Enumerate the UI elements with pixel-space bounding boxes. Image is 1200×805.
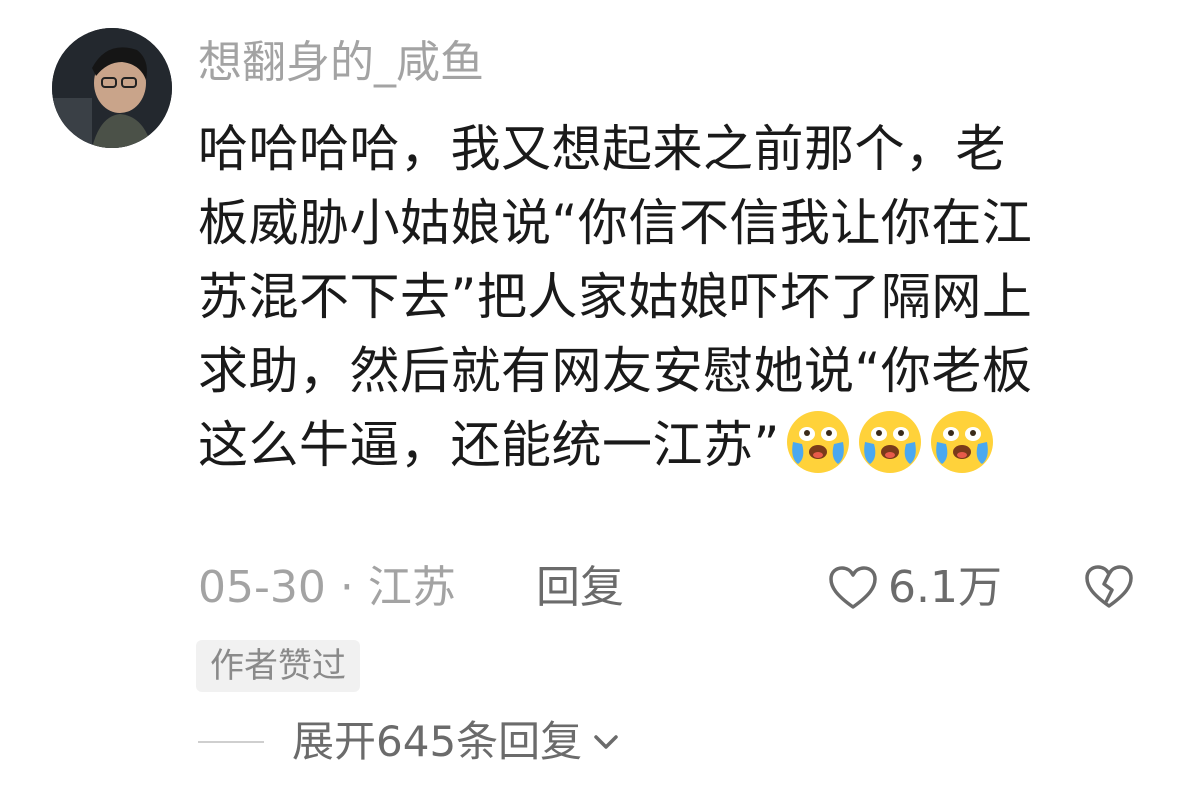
dislike-button[interactable] bbox=[1084, 564, 1134, 626]
comment-card: 想翻身的_咸鱼 哈哈哈哈，我又想起来之前那个，老 板威胁小姑娘说“你信不信我让你… bbox=[0, 0, 1200, 805]
author-liked-badge: 作者赞过 bbox=[196, 640, 360, 692]
username[interactable]: 想翻身的_咸鱼 bbox=[198, 34, 484, 92]
comment-text-line: 苏混不下去”把人家姑娘吓坏了隔网上 bbox=[198, 268, 1033, 326]
heart-icon bbox=[829, 566, 877, 609]
comment-text: 哈哈哈哈，我又想起来之前那个，老 板威胁小姑娘说“你信不信我让你在江 苏混不下去… bbox=[198, 112, 1148, 482]
comment-text-line: 这么牛逼，还能统一江苏” bbox=[198, 408, 1148, 482]
crying-laugh-emoji bbox=[786, 411, 849, 473]
crying-laugh-emoji bbox=[930, 411, 993, 473]
expand-replies-label: 展开645条回复 bbox=[292, 717, 583, 766]
like-count: 6.1万 bbox=[888, 562, 1002, 613]
avatar[interactable] bbox=[52, 28, 172, 148]
divider-line bbox=[198, 741, 264, 743]
comment-text-line: 板威胁小姑娘说“你信不信我让你在江 bbox=[198, 194, 1033, 252]
comment-text-line: 哈哈哈哈，我又想起来之前那个，老 bbox=[198, 120, 1006, 178]
chevron-down-icon bbox=[594, 735, 618, 749]
comment-text-segment: 求助，然后就有网友安慰她说“你老板 bbox=[198, 342, 1033, 400]
comment-date-location: 05-30 · 江苏 bbox=[198, 558, 456, 618]
comment-meta: 05-30 · 江苏 回复 6.1万 bbox=[198, 558, 1148, 618]
expand-replies-button[interactable]: 展开645条回复 bbox=[198, 712, 624, 772]
like-button[interactable]: 6.1万 bbox=[828, 558, 1002, 618]
comment-text-line: 求助，然后就有网友安慰她说“你老板 bbox=[198, 334, 1148, 408]
comment-location: 江苏 bbox=[367, 562, 456, 613]
comment-text-segment: 这么牛逼，还能统一江苏” bbox=[198, 416, 780, 474]
reply-button[interactable]: 回复 bbox=[536, 558, 624, 618]
crying-laugh-emoji bbox=[858, 411, 921, 473]
broken-heart-icon bbox=[1085, 565, 1133, 608]
comment-date: 05-30 bbox=[198, 562, 326, 613]
avatar-image bbox=[52, 28, 172, 148]
separator-dot: · bbox=[339, 562, 354, 613]
